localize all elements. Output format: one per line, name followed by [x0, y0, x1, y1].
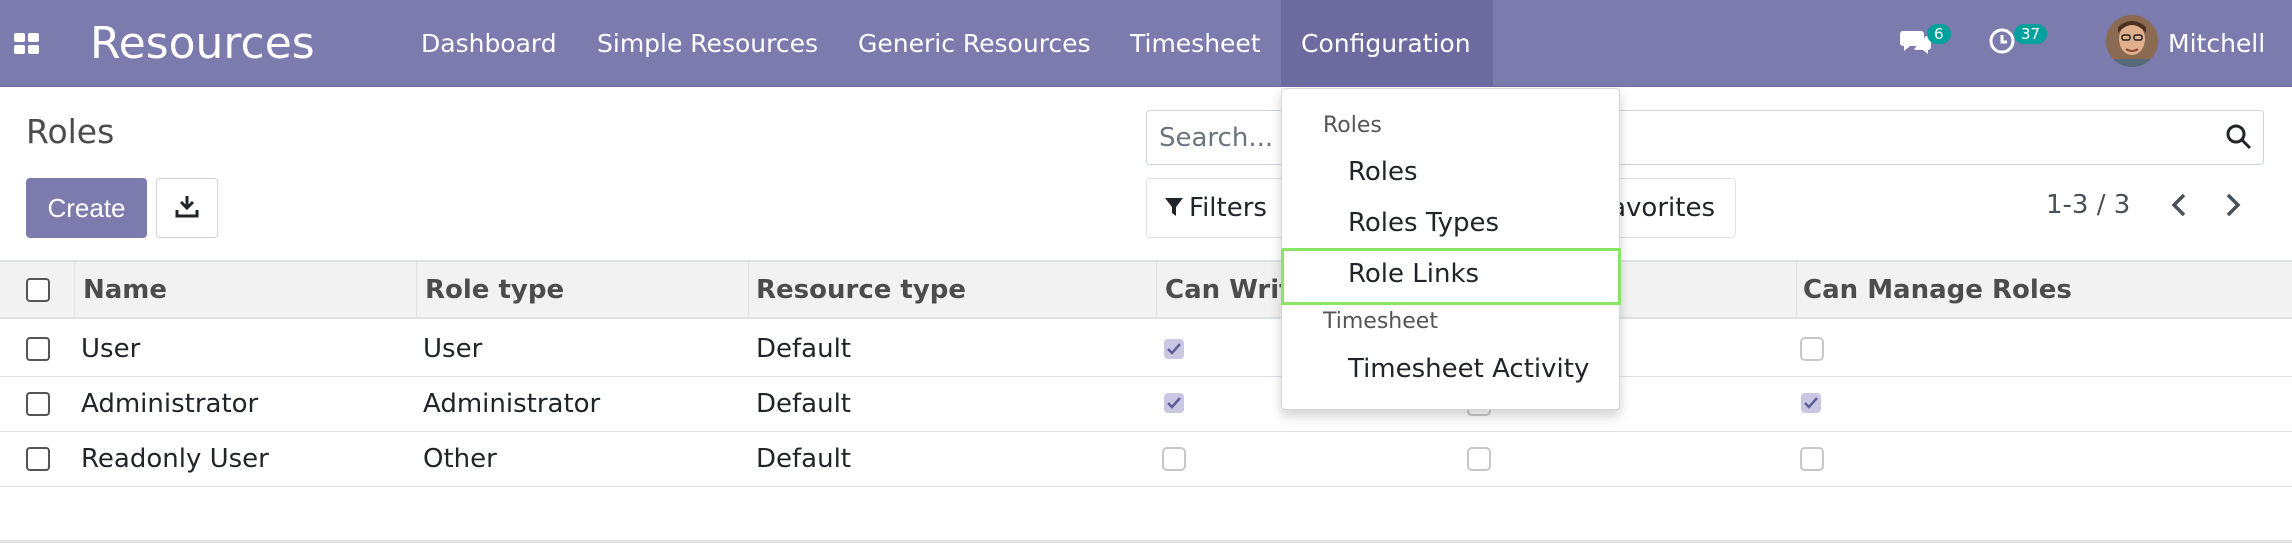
can-write-checkbox[interactable]: [1164, 393, 1184, 413]
top-navbar: Resources Dashboard Simple Resources Gen…: [0, 0, 2292, 87]
column-separator: [1156, 262, 1157, 317]
dropdown-item-roles[interactable]: Roles: [1348, 157, 1418, 187]
cell-role-type: User: [423, 334, 483, 364]
can-manage-roles-checkbox[interactable]: [1800, 447, 1824, 471]
messages-systray[interactable]: [1900, 0, 1932, 87]
table-row[interactable]: User User Default: [0, 322, 2292, 377]
chevron-right-icon[interactable]: [2222, 192, 2244, 222]
filter-icon: [1165, 198, 1183, 218]
table-row[interactable]: Readonly User Other Default: [0, 432, 2292, 487]
search-placeholder: Search...: [1159, 123, 1274, 153]
filters-label: Filters: [1189, 193, 1267, 223]
can-write-checkbox[interactable]: [1164, 339, 1184, 359]
cell-role-type: Administrator: [423, 389, 601, 419]
row-select-checkbox[interactable]: [26, 337, 50, 361]
column-header-resource-type[interactable]: Resource type: [756, 262, 966, 317]
filters-button[interactable]: Filters: [1146, 178, 1286, 238]
column-separator: [416, 262, 417, 317]
row-select-checkbox[interactable]: [26, 447, 50, 471]
create-button[interactable]: Create: [26, 178, 147, 238]
activities-count-badge: 37: [2014, 24, 2048, 44]
dropdown-section-header-timesheet: Timesheet: [1323, 309, 1438, 334]
user-name[interactable]: Mitchell: [2168, 0, 2265, 87]
user-avatar[interactable]: [2106, 15, 2158, 67]
menu-configuration[interactable]: Configuration: [1281, 0, 1493, 87]
cell-role-type: Other: [423, 444, 497, 474]
cell-name: Administrator: [81, 389, 259, 419]
menu-simple-resources[interactable]: Simple Resources: [577, 0, 838, 87]
column-header-role-type[interactable]: Role type: [425, 262, 564, 317]
messages-count-badge: 6: [1927, 24, 1951, 44]
column-separator: [74, 262, 75, 317]
column-header-name[interactable]: Name: [83, 262, 167, 317]
column-separator: [1796, 262, 1797, 317]
cell-name: Readonly User: [81, 444, 269, 474]
menu-timesheet[interactable]: Timesheet: [1110, 0, 1281, 87]
dropdown-item-timesheet-activity[interactable]: Timesheet Activity: [1348, 354, 1589, 384]
app-title[interactable]: Resources: [90, 0, 315, 87]
highlighted-item-outline: [1281, 248, 1621, 305]
chevron-left-icon[interactable]: [2168, 192, 2190, 222]
hidden-column-checkbox[interactable]: [1467, 447, 1491, 471]
menu-dashboard[interactable]: Dashboard: [401, 0, 577, 87]
can-manage-roles-checkbox[interactable]: [1800, 337, 1824, 361]
list-footer-divider: [0, 540, 2292, 543]
cell-resource-type: Default: [756, 389, 851, 419]
row-select-checkbox[interactable]: [26, 392, 50, 416]
apps-menu-icon[interactable]: [12, 0, 42, 87]
clock-icon: [1988, 27, 2016, 60]
cell-resource-type: Default: [756, 334, 851, 364]
page-title: Roles: [26, 112, 115, 151]
menu-generic-resources[interactable]: Generic Resources: [838, 0, 1111, 87]
table-row[interactable]: Administrator Administrator Default: [0, 377, 2292, 432]
export-button[interactable]: [156, 178, 218, 238]
cell-resource-type: Default: [756, 444, 851, 474]
activities-systray[interactable]: [1988, 0, 2016, 87]
search-icon[interactable]: [2225, 123, 2253, 155]
table-header: Name Role type Resource type Can Write C…: [0, 260, 2292, 319]
column-header-can-manage-roles[interactable]: Can Manage Roles: [1803, 262, 2072, 317]
dropdown-item-roles-types[interactable]: Roles Types: [1348, 208, 1499, 238]
can-manage-roles-checkbox[interactable]: [1801, 393, 1821, 413]
cell-name: User: [81, 334, 141, 364]
download-icon: [175, 194, 199, 222]
select-all-checkbox[interactable]: [26, 278, 50, 302]
pager-value[interactable]: 1-3 / 3: [2046, 190, 2130, 220]
can-write-checkbox[interactable]: [1162, 447, 1186, 471]
dropdown-section-header-roles: Roles: [1323, 113, 1382, 138]
column-separator: [748, 262, 749, 317]
